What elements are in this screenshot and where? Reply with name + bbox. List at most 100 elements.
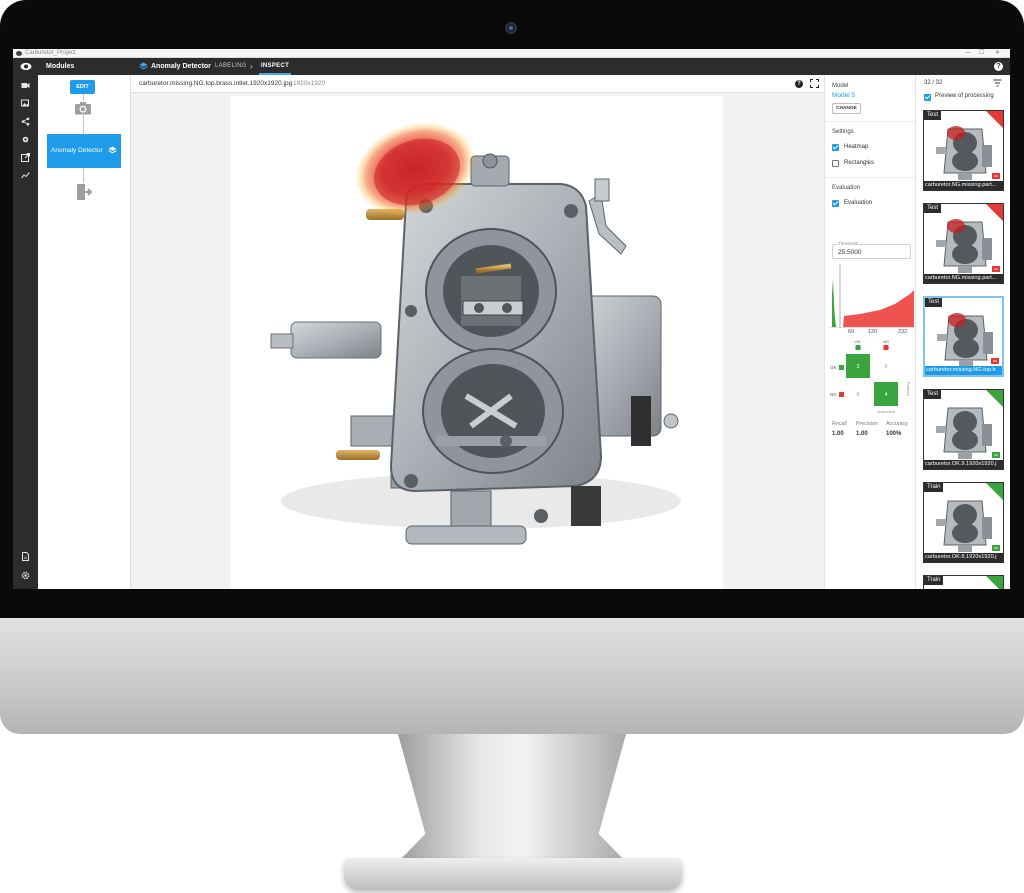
image-filename: carburetor.missing.NG.top.brass.intlet.1… xyxy=(139,80,293,87)
layers-icon xyxy=(108,146,117,154)
preview-processing-checkbox[interactable] xyxy=(924,94,931,101)
settings-panel: Model Model 5 CHANGE Settings Heatmap Re… xyxy=(824,75,916,589)
app-topbar: Modules Anomaly Detector LABELING › INSP… xyxy=(13,58,1010,75)
preview-processing-label: Preview of processing xyxy=(935,93,994,99)
flow-connector xyxy=(83,168,84,183)
detector-node-label: Anomaly Detector xyxy=(51,147,103,154)
thumbnail-panel: 32 / 32 Preview of processing Test NG car… xyxy=(916,75,1010,589)
thumbnail-item[interactable]: Train OK carburetor.OK.8.1920x1920.j xyxy=(923,482,1004,563)
edit-button[interactable]: EDIT xyxy=(70,80,95,94)
image-header: carburetor.missing.NG.top.brass.intlet.1… xyxy=(131,75,824,93)
thumbnail-item[interactable]: Test OK carburetor.OK.9.1920x1920.j xyxy=(923,389,1004,470)
split-tag: Train xyxy=(924,576,944,585)
monitor-chin xyxy=(0,618,1024,734)
evaluation-title: Evaluation xyxy=(832,185,861,191)
status-corner xyxy=(986,111,1003,128)
change-model-button[interactable]: CHANGE xyxy=(832,103,861,114)
status-corner xyxy=(986,483,1003,500)
label-badge: OK xyxy=(992,545,1000,551)
images-icon[interactable] xyxy=(21,99,30,108)
gear-icon[interactable] xyxy=(21,135,30,144)
threshold-caption: Threshold xyxy=(837,241,860,246)
metric-accuracy-value: 100% xyxy=(886,431,902,437)
tab-labeling[interactable]: LABELING xyxy=(215,58,247,75)
project-name: Anomaly Detector xyxy=(151,63,211,70)
app-screen: Carburetor_Project — ☐ ✕ Modules Anomaly… xyxy=(13,49,1010,589)
cm-col-ng: NG xyxy=(883,339,889,344)
cm-cell-fp-value: 0 xyxy=(885,364,888,370)
modules-panel: EDIT Anomaly Detector xyxy=(38,75,131,589)
thumbnail-carburetor-image xyxy=(936,126,992,180)
window-titlebar: Carburetor_Project — ☐ ✕ xyxy=(13,49,1010,58)
monitor: Carburetor_Project — ☐ ✕ Modules Anomaly… xyxy=(0,0,1024,893)
divider xyxy=(825,177,915,178)
export-icon[interactable] xyxy=(21,153,30,162)
anomaly-detector-node[interactable]: Anomaly Detector xyxy=(47,134,121,168)
image-resolution: 1920x1920 xyxy=(293,80,326,87)
image-count: 32 / 32 xyxy=(924,80,943,86)
thumbnail-caption: carburetor.missing.NG.top.b xyxy=(925,366,1002,375)
output-exit-icon[interactable] xyxy=(76,183,92,201)
thumbnail-caption: carburetor.OK.8.1920x1920.j xyxy=(924,553,1003,562)
label-badge: NG xyxy=(992,173,1000,179)
thumbnail-carburetor-image xyxy=(937,313,993,367)
share-icon[interactable] xyxy=(21,117,30,126)
split-tag: Test xyxy=(924,111,942,120)
cm-row-caption: Predicted xyxy=(906,382,910,396)
camera-icon[interactable] xyxy=(74,101,92,115)
heatmap-checkbox[interactable] xyxy=(832,144,839,151)
fullscreen-icon[interactable] xyxy=(810,79,819,88)
divider xyxy=(825,121,915,122)
close-button[interactable]: ✕ xyxy=(995,49,1000,58)
inspection-canvas[interactable] xyxy=(231,96,723,589)
thumbnail-carburetor-image xyxy=(936,500,992,552)
model-title: Model xyxy=(832,83,849,89)
flow-connector xyxy=(83,115,84,134)
split-tag: Test xyxy=(925,298,943,307)
status-corner xyxy=(986,390,1003,407)
label-badge: NG xyxy=(991,358,999,364)
metric-recall-label: Recall xyxy=(832,421,847,427)
split-tag: Test xyxy=(924,204,942,213)
settings-title: Settings xyxy=(832,129,854,135)
carburetor-image xyxy=(270,122,681,545)
model-name-link[interactable]: Model 5 xyxy=(832,92,855,99)
cm-row-ng: NG xyxy=(830,392,837,397)
settings-icon[interactable] xyxy=(21,571,30,580)
thumbnail-carburetor-image xyxy=(936,407,992,459)
tab-inspect[interactable]: INSPECT xyxy=(259,58,291,75)
minimize-button[interactable]: — xyxy=(965,49,971,58)
thumbnail-caption: carburetor.NG.missing.part... xyxy=(924,181,1003,190)
maximize-button[interactable]: ☐ xyxy=(979,49,984,58)
hist-tick: 60 xyxy=(848,329,855,335)
eye-logo-icon[interactable] xyxy=(20,62,32,71)
evaluation-checkbox[interactable] xyxy=(832,200,839,207)
status-corner xyxy=(986,204,1003,221)
score-histogram[interactable] xyxy=(830,264,914,328)
cm-col-caption: Ground truth xyxy=(877,410,895,414)
metric-recall-value: 1.00 xyxy=(832,431,844,437)
app-logo-icon xyxy=(16,51,22,56)
layers-icon xyxy=(139,62,148,70)
metric-precision-value: 1.00 xyxy=(856,431,868,437)
video-camera-icon[interactable] xyxy=(21,81,30,90)
help-icon[interactable]: ? xyxy=(994,62,1003,71)
split-tag: Train xyxy=(924,483,944,492)
thumbnail-item[interactable]: Test NG carburetor.NG.missing.part... xyxy=(923,110,1004,191)
filter-icon[interactable] xyxy=(993,79,1002,87)
cm-cell-tn-value: 4 xyxy=(885,392,888,398)
rectangles-checkbox[interactable] xyxy=(832,160,839,167)
monitor-stand-neck xyxy=(398,734,626,862)
document-icon[interactable] xyxy=(21,552,30,561)
trend-chart-icon[interactable] xyxy=(21,171,30,180)
thumbnail-item[interactable]: Test NG carburetor.NG.missing.part... xyxy=(923,203,1004,284)
help-icon[interactable]: ? xyxy=(795,80,803,88)
thumbnail-item[interactable]: Test NG carburetor.missing.NG.top.b xyxy=(923,296,1004,377)
cm-row-ok: OK xyxy=(830,365,837,370)
threshold-input[interactable]: Threshold 25.5000 xyxy=(832,241,911,259)
cm-col-ok: OK xyxy=(855,339,861,344)
chevron-right-icon: › xyxy=(250,62,253,71)
image-viewer: carburetor.missing.NG.top.brass.intlet.1… xyxy=(131,75,824,589)
thumbnail-item[interactable]: Train xyxy=(923,575,1004,589)
cm-cell-fn-value: 0 xyxy=(857,392,860,398)
